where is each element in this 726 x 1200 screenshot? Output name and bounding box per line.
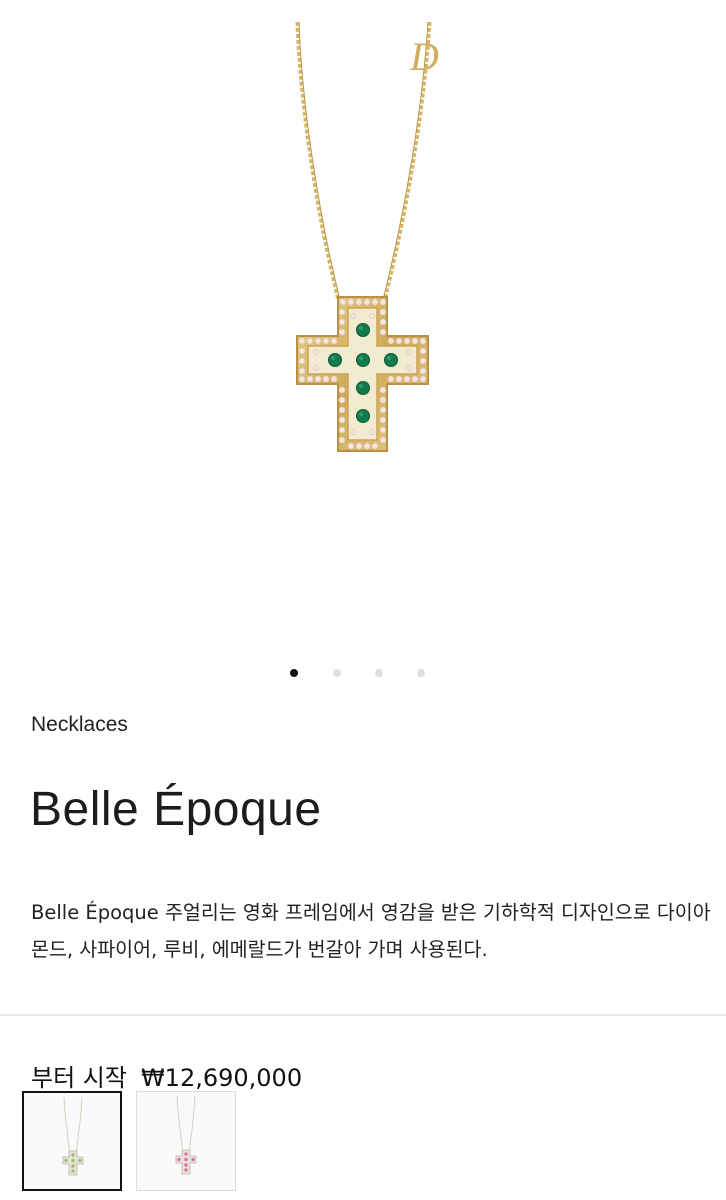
section-divider [0,1014,726,1016]
product-category: Necklaces [31,713,128,736]
carousel-pagination [0,669,726,681]
carousel-dot-3[interactable] [375,669,383,677]
necklace-thumbnail-icon [175,1095,197,1175]
carousel-dot-1[interactable] [290,669,298,677]
necklace-image: D [295,21,439,452]
product-title: Belle Époque [30,783,322,836]
carousel-dot-2[interactable] [333,669,341,677]
product-image-carousel[interactable]: D [0,0,726,650]
price-value: ₩12,690,000 [140,1064,303,1092]
carousel-dot-4[interactable] [417,669,425,677]
product-description: Belle Époque 주얼리는 영화 프레임에서 영감을 받은 기하학적 디… [31,901,711,961]
pink-stone-variant-swatch[interactable] [136,1091,236,1191]
green-stone-variant-swatch[interactable] [22,1091,122,1191]
price-row: 부터 시작 ₩12,690,000 [31,1058,302,1093]
price-prefix: 부터 시작 [31,1064,127,1092]
necklace-thumbnail-icon [62,1096,84,1176]
svg-text:D: D [409,34,439,79]
